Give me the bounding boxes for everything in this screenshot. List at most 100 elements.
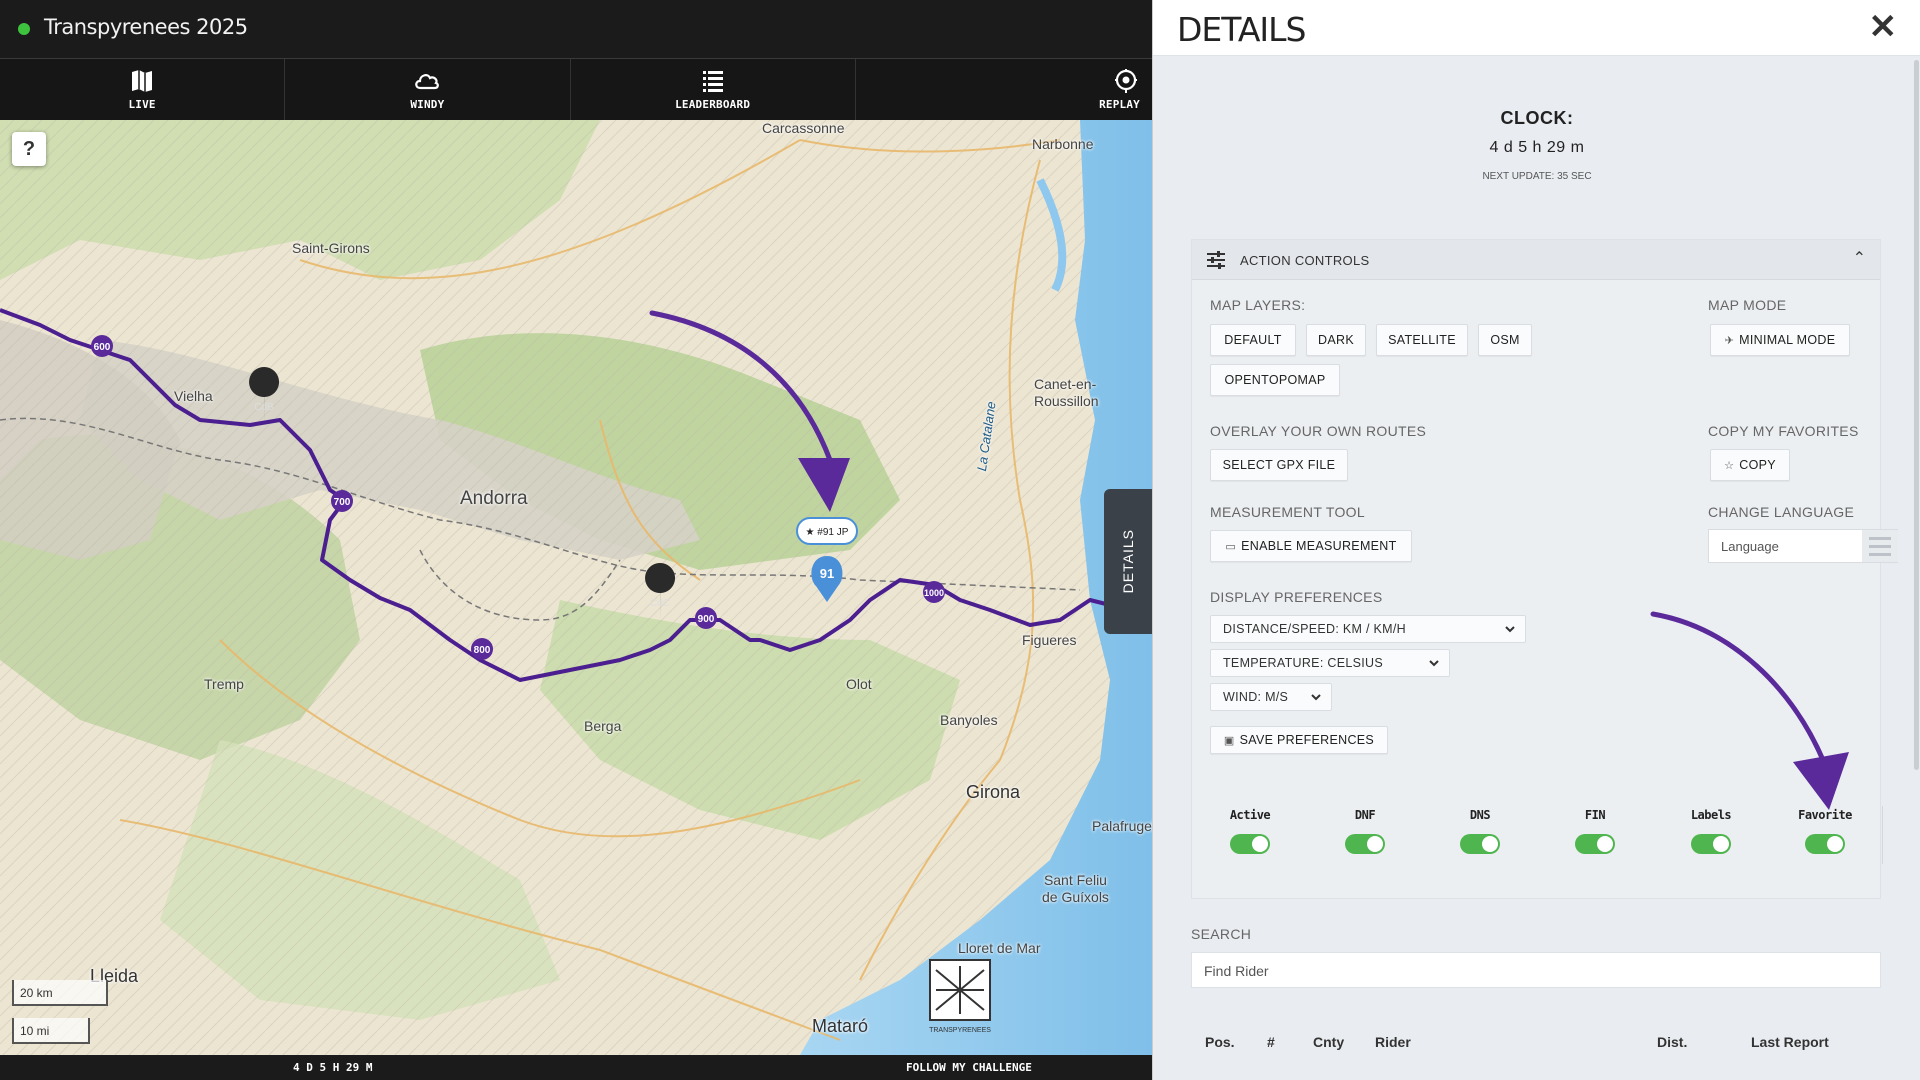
toggle-dnf-switch[interactable] [1345, 834, 1385, 854]
nav-replay-label: REPLAY [1099, 98, 1140, 111]
col-pos[interactable]: Pos. [1205, 1034, 1235, 1050]
tune-sliders-icon [1207, 251, 1225, 269]
svg-text:91: 91 [820, 566, 834, 581]
bottom-clock: 4 D 5 H 29 M [293, 1061, 373, 1074]
city-lloret: Lloret de Mar [958, 940, 1041, 956]
city-banyoles: Banyoles [940, 712, 998, 728]
city-palafrugell: Palafrugell [1092, 818, 1152, 834]
col-last-report[interactable]: Last Report [1751, 1034, 1829, 1050]
toggle-dnf-label: DNF [1354, 808, 1376, 822]
toggle-favorite[interactable]: Favorite [1785, 808, 1865, 859]
route-marker-900: 900 [698, 614, 715, 625]
temperature-value: TEMPERATURE: CELSIUS [1223, 656, 1383, 670]
layer-osm-button[interactable]: OSM [1478, 324, 1532, 356]
toggle-dns-switch[interactable] [1460, 834, 1500, 854]
list-icon [702, 71, 723, 92]
layer-satellite-button[interactable]: SATELLITE [1376, 324, 1468, 356]
map-mode-label: MAP MODE [1708, 297, 1787, 313]
city-figueres: Figueres [1022, 632, 1077, 648]
minimal-mode-label: MINIMAL MODE [1739, 333, 1836, 347]
col-distance[interactable]: Dist. [1657, 1034, 1687, 1050]
overlay-routes-label: OVERLAY YOUR OWN ROUTES [1210, 423, 1427, 439]
wind-select[interactable]: WIND: M/S [1210, 683, 1332, 711]
change-language-label: CHANGE LANGUAGE [1708, 504, 1855, 520]
select-gpx-button[interactable]: SELECT GPX FILE [1210, 449, 1348, 481]
nav-live-label: LIVE [128, 98, 156, 111]
city-berga: Berga [584, 718, 622, 734]
chevron-down-icon [1429, 660, 1439, 667]
col-country[interactable]: Cnty [1313, 1034, 1344, 1050]
copy-button[interactable]: ☆ COPY [1710, 449, 1790, 481]
help-button[interactable]: ? [12, 132, 46, 166]
clock-label: CLOCK: [1500, 108, 1574, 128]
title-bar: Transpyrenees 2025 [0, 0, 1152, 59]
route-marker-600: 600 [94, 342, 111, 353]
toggle-fin-switch[interactable] [1575, 834, 1615, 854]
toggle-dns[interactable]: DNS [1440, 808, 1520, 859]
details-side-tab[interactable]: DETAILS [1104, 489, 1152, 634]
action-controls-label: ACTION CONTROLS [1240, 253, 1370, 268]
route-marker-800: 800 [474, 645, 491, 656]
layer-dark-button[interactable]: DARK [1306, 324, 1366, 356]
chevron-up-icon[interactable]: ⌃ [1853, 248, 1866, 268]
toggle-labels-switch[interactable] [1691, 834, 1731, 854]
follow-challenge-link[interactable]: FOLLOW MY CHALLENGE [906, 1061, 1032, 1074]
city-olot: Olot [846, 676, 872, 692]
toggle-active[interactable]: Active [1210, 808, 1290, 859]
language-menu-icon[interactable] [1862, 530, 1898, 562]
details-tab-label: DETAILS [1120, 529, 1136, 594]
toggle-divider [1882, 806, 1883, 864]
route-marker-1000: 1000 [924, 588, 944, 598]
nav-leaderboard-label: LEADERBOARD [675, 98, 751, 111]
col-number[interactable]: # [1267, 1034, 1275, 1050]
nav-windy[interactable]: WINDY [285, 59, 571, 120]
city-saint-girons: Saint-Girons [292, 240, 370, 256]
layer-opentopomap-button[interactable]: OPENTOPOMAP [1210, 364, 1340, 396]
layer-default-button[interactable]: DEFAULT [1210, 324, 1296, 356]
details-panel: DETAILS ✕ CLOCK: 4 d 5 h 29 m NEXT UPDAT… [1152, 0, 1920, 1080]
toggle-active-switch[interactable] [1230, 834, 1270, 854]
scale-mi: 10 mi [12, 1018, 90, 1044]
col-rider[interactable]: Rider [1375, 1034, 1411, 1050]
action-controls-header[interactable]: ACTION CONTROLS ⌃ [1192, 240, 1880, 280]
toggle-favorite-label: Favorite [1798, 808, 1852, 822]
city-andorra: Andorra [460, 488, 528, 509]
temperature-select[interactable]: TEMPERATURE: CELSIUS [1210, 649, 1450, 677]
search-label: SEARCH [1191, 926, 1252, 942]
minimal-mode-button[interactable]: ✈ MINIMAL MODE [1710, 324, 1850, 356]
pin-icon: ✈ [1724, 334, 1735, 347]
ruler-icon: ▭ [1225, 540, 1237, 553]
nav-leaderboard[interactable]: LEADERBOARD [571, 59, 856, 120]
route-marker-700: 700 [334, 497, 351, 508]
wind-value: WIND: M/S [1223, 690, 1289, 704]
replay-location-icon [1115, 69, 1137, 93]
panel-scrollbar[interactable] [1912, 56, 1920, 1080]
clock-block: CLOCK: 4 d 5 h 29 m NEXT UPDATE: 35 SEC [1153, 108, 1920, 182]
bottom-bar: 4 D 5 H 29 M FOLLOW MY CHALLENGE [0, 1055, 1152, 1080]
city-carcassonne: Carcassonne [762, 120, 845, 136]
nav-windy-label: WINDY [410, 98, 445, 111]
distance-speed-value: DISTANCE/SPEED: KM / KM/H [1223, 622, 1406, 636]
star-icon: ☆ [1724, 459, 1735, 472]
copy-favorites-label: COPY MY FAVORITES [1708, 423, 1859, 439]
city-canet: Canet-en- Roussillon [1034, 376, 1099, 409]
toggle-favorite-switch[interactable] [1805, 834, 1845, 854]
close-icon[interactable]: ✕ [1869, 10, 1898, 44]
next-update-text: NEXT UPDATE: 35 SEC [1482, 171, 1592, 182]
nav-live[interactable]: LIVE [0, 59, 286, 120]
toggle-dnf[interactable]: DNF [1325, 808, 1405, 859]
save-preferences-button[interactable]: ▣ SAVE PREFERENCES [1210, 726, 1388, 754]
toggle-labels[interactable]: Labels [1671, 808, 1751, 859]
map-icon [132, 70, 153, 92]
svg-text:★ #91 JP: ★ #91 JP [806, 527, 849, 538]
nav-replay[interactable]: REPLAY [856, 59, 1152, 120]
main-nav: LIVE WINDY LEADERBOARD REPLAY [0, 59, 1152, 120]
enable-measurement-button[interactable]: ▭ ENABLE MEASUREMENT [1210, 530, 1412, 562]
toggle-fin[interactable]: FIN [1555, 808, 1635, 859]
event-title: Transpyrenees 2025 [44, 15, 248, 39]
distance-speed-select[interactable]: DISTANCE/SPEED: KM / KM/H [1210, 615, 1526, 643]
find-rider-input[interactable]: Find Rider [1191, 952, 1881, 988]
map-app: Transpyrenees 2025 LIVE WINDY LEADERBOAR… [0, 0, 1152, 1080]
map-view[interactable]: 600 700 800 900 1000 CdB CdC 91 ★ #91 JP [0, 120, 1152, 1055]
svg-text:TRANSPYRENEES: TRANSPYRENEES [929, 1027, 991, 1034]
